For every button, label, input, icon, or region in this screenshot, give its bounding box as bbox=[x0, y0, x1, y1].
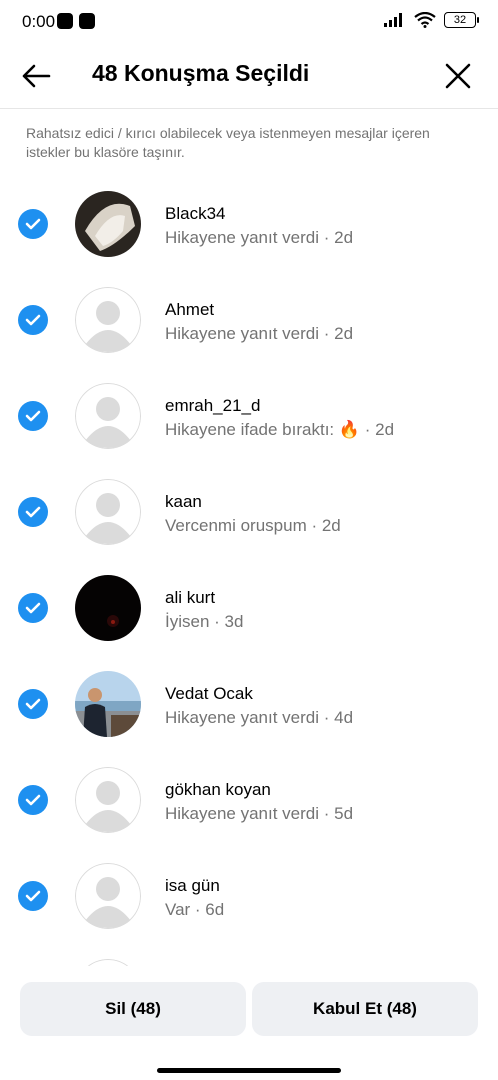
checkbox[interactable] bbox=[18, 305, 48, 335]
delete-button[interactable]: Sil (48) bbox=[20, 982, 246, 1036]
username: Ahmet bbox=[165, 300, 215, 319]
list-item[interactable]: gökhan koyan Hikayene yanıt verdi · 5d bbox=[0, 752, 498, 848]
message-preview: Var · 6d bbox=[165, 900, 225, 919]
username: Black34 bbox=[165, 204, 226, 223]
battery-icon: 32 bbox=[444, 12, 479, 28]
avatar bbox=[75, 671, 141, 737]
checkmark-icon bbox=[25, 506, 41, 518]
username: gökhan koyan bbox=[165, 780, 271, 799]
avatar bbox=[75, 191, 141, 257]
list-item[interactable]: isa gün Var · 6d bbox=[0, 848, 498, 944]
message-preview: Hikayene yanıt verdi · 2d bbox=[165, 228, 354, 247]
request-list: Black34 Hikayene yanıt verdi · 2d Ahmet … bbox=[0, 176, 498, 1040]
back-button[interactable] bbox=[16, 58, 56, 94]
default-avatar-icon bbox=[75, 383, 141, 449]
signal-icon bbox=[384, 13, 402, 27]
accept-button[interactable]: Kabul Et (48) bbox=[252, 982, 478, 1036]
username: emrah_21_d bbox=[165, 396, 261, 415]
battery-level: 32 bbox=[453, 14, 467, 26]
message-preview: Hikayene ifade bıraktı: 🔥 · 2d bbox=[165, 420, 395, 439]
info-text: Rahatsız edici / kırıcı olabilecek veya … bbox=[26, 125, 430, 160]
message-preview: Hikayene yanıt verdi · 5d bbox=[165, 804, 354, 823]
checkbox[interactable] bbox=[18, 497, 48, 527]
checkbox[interactable] bbox=[18, 401, 48, 431]
message-preview: Vercenmi oruspum · 2d bbox=[165, 516, 341, 535]
list-item[interactable]: Black34 Hikayene yanıt verdi · 2d bbox=[0, 176, 498, 272]
list-item[interactable]: ali kurt İyisen · 3d bbox=[0, 560, 498, 656]
checkmark-icon bbox=[25, 314, 41, 326]
list-item[interactable]: kaan Vercenmi oruspum · 2d bbox=[0, 464, 498, 560]
close-button[interactable] bbox=[440, 58, 476, 94]
home-indicator[interactable] bbox=[157, 1068, 341, 1073]
status-time: 0:00 bbox=[22, 12, 56, 31]
checkmark-icon bbox=[25, 602, 41, 614]
default-avatar-icon bbox=[75, 287, 141, 353]
notification-icon bbox=[79, 13, 95, 29]
notification-icon bbox=[57, 13, 73, 29]
list-item[interactable]: emrah_21_d Hikayene ifade bıraktı: 🔥 · 2… bbox=[0, 368, 498, 464]
default-avatar-icon bbox=[75, 767, 141, 833]
close-icon bbox=[445, 63, 471, 89]
header: 48 Konuşma Seçildi bbox=[0, 44, 498, 109]
list-item[interactable]: Vedat Ocak Hikayene yanıt verdi · 4d bbox=[0, 656, 498, 752]
checkbox[interactable] bbox=[18, 881, 48, 911]
arrow-left-icon bbox=[22, 64, 51, 88]
checkbox[interactable] bbox=[18, 209, 48, 239]
avatar bbox=[75, 575, 141, 641]
checkbox[interactable] bbox=[18, 593, 48, 623]
username: Vedat Ocak bbox=[165, 684, 253, 703]
checkmark-icon bbox=[25, 698, 41, 710]
status-bar: 0:00 32 bbox=[0, 0, 498, 44]
wifi-icon bbox=[414, 12, 436, 28]
message-preview: Hikayene yanıt verdi · 2d bbox=[165, 324, 354, 343]
checkbox[interactable] bbox=[18, 689, 48, 719]
checkmark-icon bbox=[25, 410, 41, 422]
checkmark-icon bbox=[25, 794, 41, 806]
message-preview: İyisen · 3d bbox=[165, 612, 244, 631]
username: isa gün bbox=[165, 876, 220, 895]
page-title: 48 Konuşma Seçildi bbox=[92, 60, 310, 86]
checkbox[interactable] bbox=[18, 785, 48, 815]
message-preview: Hikayene yanıt verdi · 4d bbox=[165, 708, 354, 727]
checkmark-icon bbox=[25, 218, 41, 230]
list-item[interactable]: Ahmet Hikayene yanıt verdi · 2d bbox=[0, 272, 498, 368]
checkmark-icon bbox=[25, 890, 41, 902]
username: ali kurt bbox=[165, 588, 216, 607]
default-avatar-icon bbox=[75, 863, 141, 929]
username: kaan bbox=[165, 492, 202, 511]
default-avatar-icon bbox=[75, 479, 141, 545]
bottom-action-bar: Sil (48) Kabul Et (48) bbox=[0, 966, 498, 1080]
